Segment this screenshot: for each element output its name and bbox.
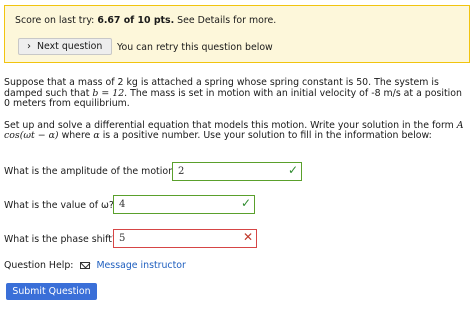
- score-suffix: See Details for more.: [177, 15, 277, 26]
- question-paragraph-2: Set up and solve a differential equation…: [4, 119, 464, 141]
- amplitude-input[interactable]: 2 ✓: [172, 162, 302, 181]
- alpha-math: α: [93, 130, 100, 141]
- next-question-label: Next question: [37, 41, 103, 52]
- phase-shift-question: What is the phase shift?: [4, 234, 117, 245]
- omega-question: What is the value of ω?: [4, 200, 114, 211]
- retry-text: You can retry this question below: [117, 42, 273, 53]
- phase-shift-input[interactable]: 5 ✕: [113, 229, 257, 248]
- amplitude-question: What is the amplitude of the motion?: [4, 166, 179, 177]
- mail-icon: [80, 262, 91, 269]
- chevron-right-icon: ›: [27, 41, 31, 52]
- score-prefix: Score on last try:: [15, 15, 95, 26]
- question-text: Suppose that a mass of 2 kg is attached …: [4, 77, 470, 153]
- amplitude-label: What is the amplitude of the motion?: [4, 166, 179, 177]
- score-line: Score on last try: 6.67 of 10 pts. See D…: [15, 15, 276, 26]
- phase-shift-label: What is the phase shift?: [4, 234, 117, 245]
- omega-label: What is the value of ω?: [4, 200, 114, 211]
- question-help: Question Help: Message instructor: [4, 260, 186, 271]
- amplitude-value: 2: [178, 166, 185, 177]
- question-paragraph-1: Suppose that a mass of 2 kg is attached …: [4, 77, 462, 109]
- submit-question-button[interactable]: Submit Question: [6, 283, 97, 300]
- help-label: Question Help:: [4, 260, 74, 271]
- phase-shift-value: 5: [119, 233, 126, 244]
- omega-input[interactable]: 4 ✓: [113, 195, 255, 214]
- score-value: 6.67 of 10 pts.: [97, 15, 175, 26]
- check-icon: ✓: [240, 196, 251, 210]
- message-instructor-link[interactable]: Message instructor: [96, 260, 185, 271]
- next-question-button[interactable]: › Next question: [18, 38, 112, 55]
- score-banner: Score on last try: 6.67 of 10 pts. See D…: [4, 5, 470, 63]
- cross-icon: ✕: [242, 230, 253, 244]
- omega-value: 4: [119, 199, 126, 210]
- damping-math: b = 12: [92, 87, 125, 99]
- check-icon: ✓: [287, 163, 298, 177]
